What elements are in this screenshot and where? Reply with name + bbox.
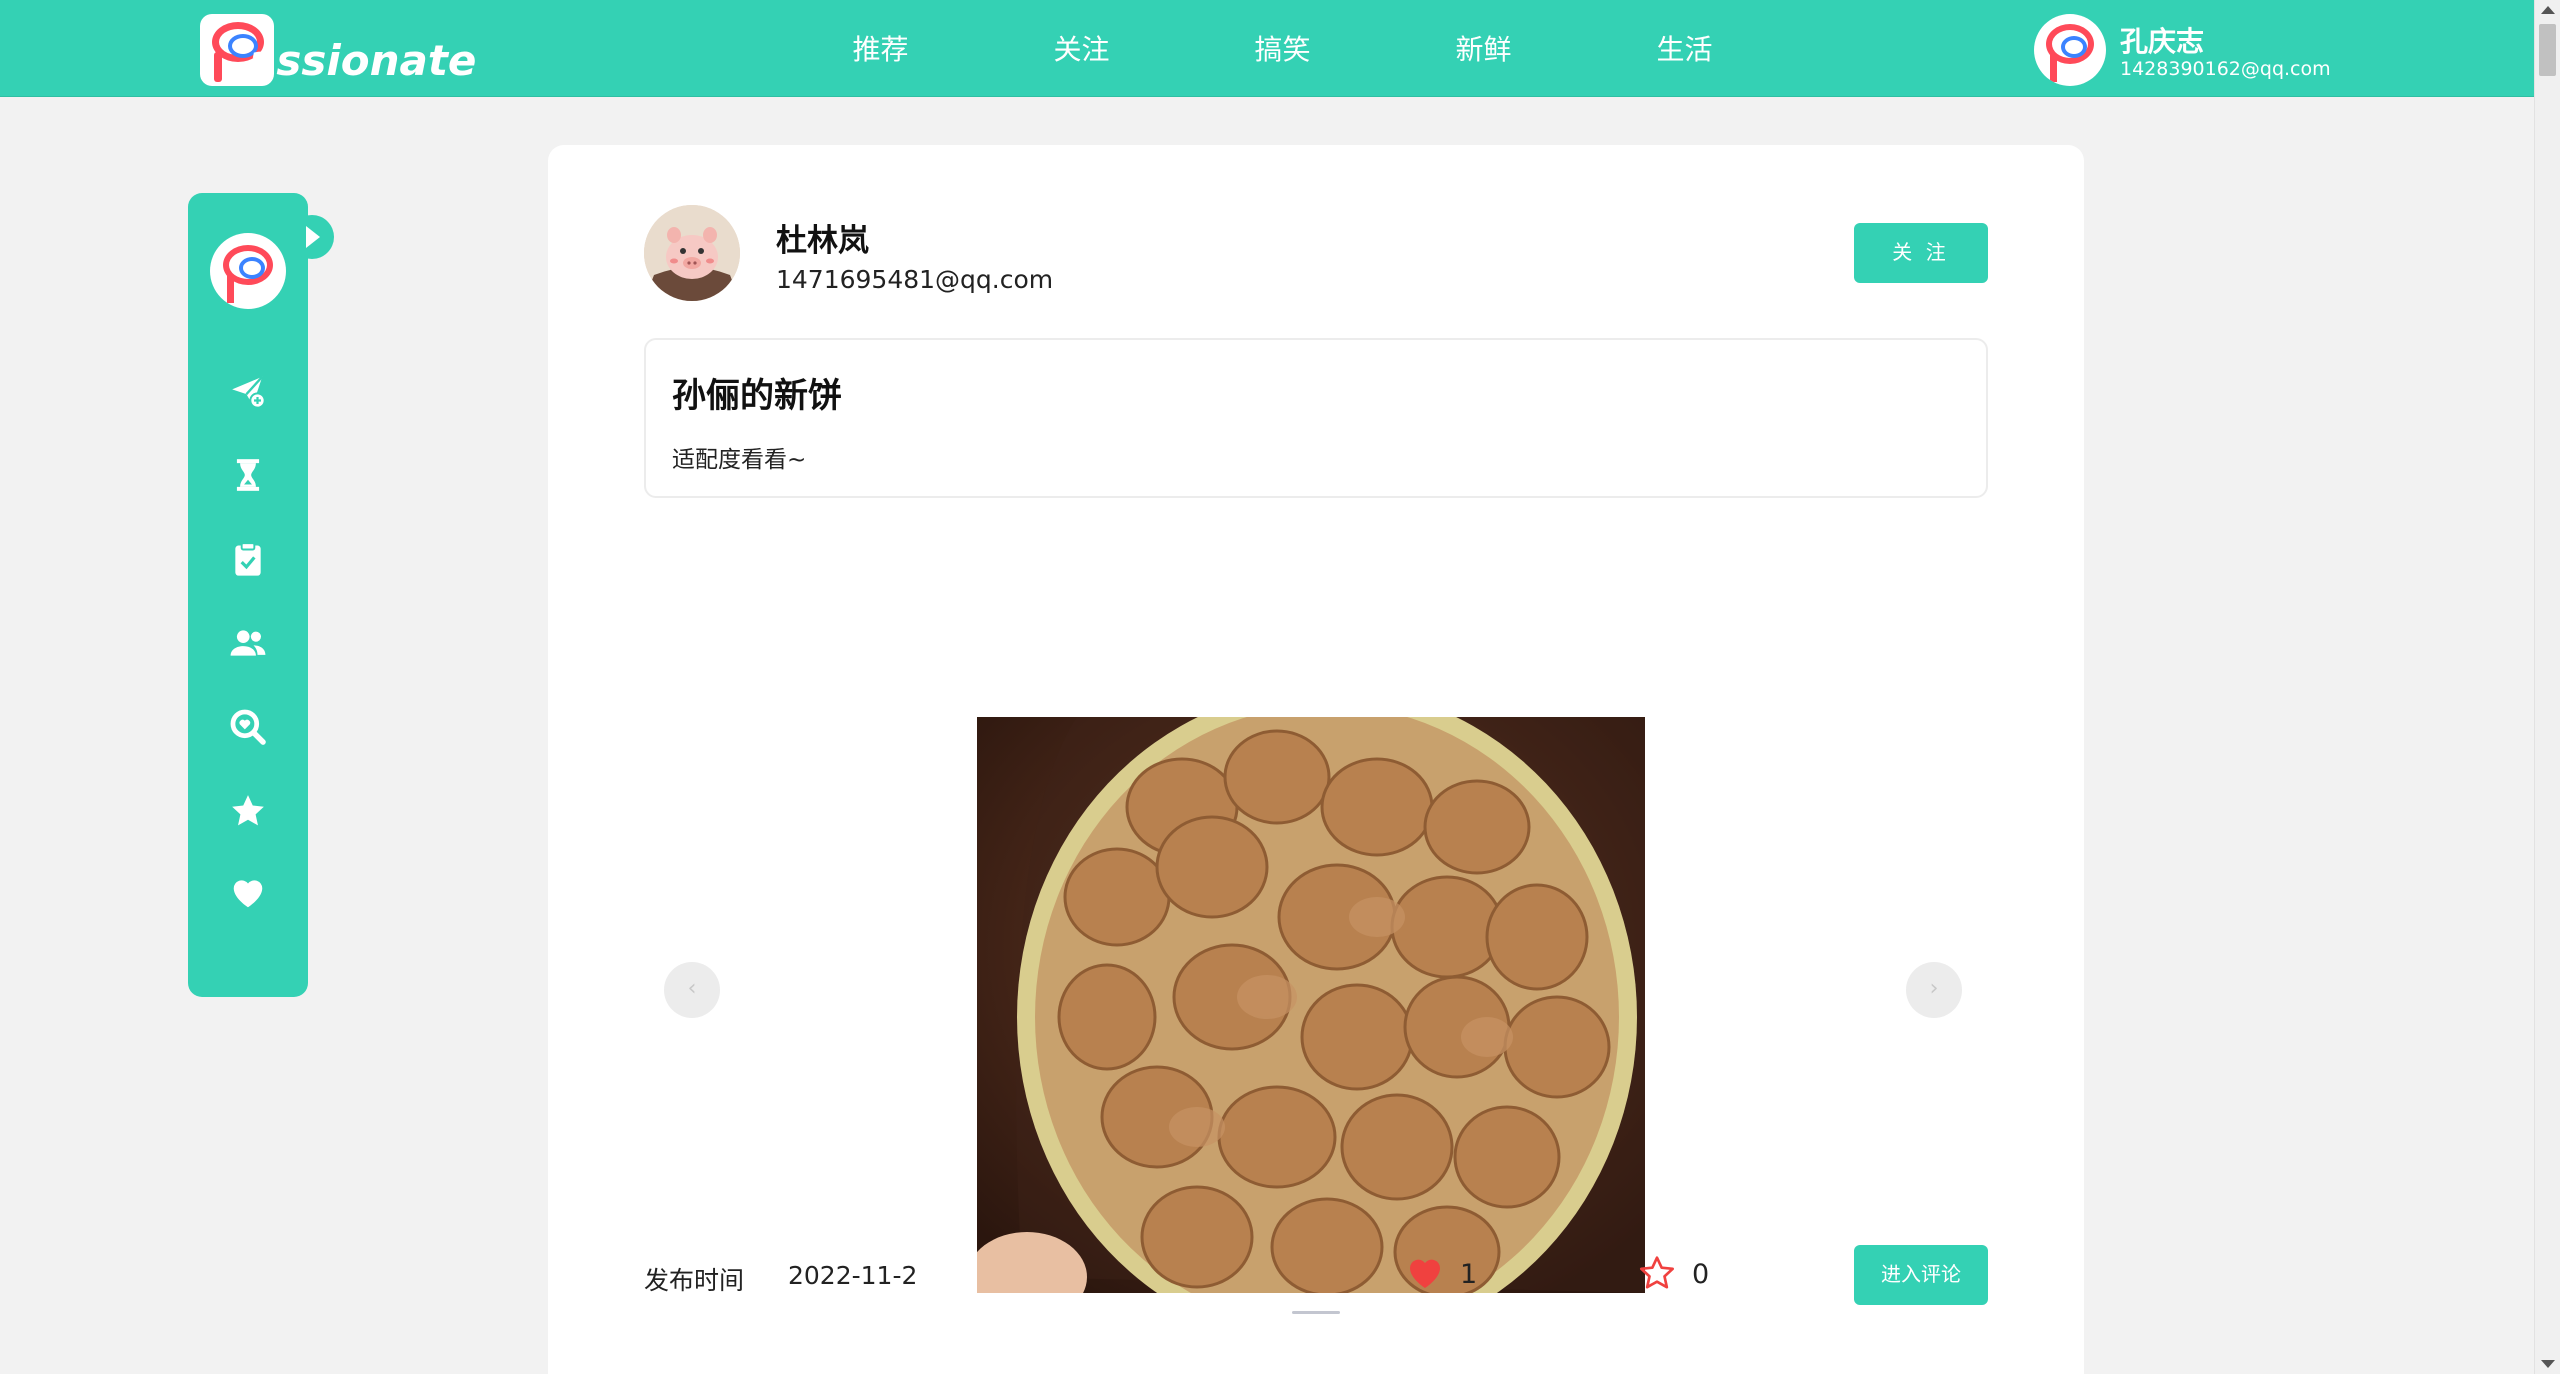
author-email: 1471695481@qq.com <box>776 265 1054 294</box>
author-avatar[interactable] <box>644 205 740 301</box>
users-icon[interactable] <box>228 623 268 663</box>
clipboard-check-icon[interactable] <box>228 539 268 579</box>
author-name[interactable]: 杜林岚 <box>776 215 869 260</box>
nav-item-funny[interactable]: 搞笑 <box>1182 0 1383 97</box>
post-description: 适配度看看~ <box>672 447 807 473</box>
follow-button[interactable]: 关 注 <box>1854 223 1988 283</box>
hourglass-icon[interactable] <box>228 455 268 495</box>
nav-item-recommend[interactable]: 推荐 <box>780 0 981 97</box>
scroll-up-arrow-icon[interactable] <box>2541 6 2555 14</box>
carousel-prev-button[interactable]: ‹ <box>664 962 720 1018</box>
nav-item-following[interactable]: 关注 <box>981 0 1182 97</box>
main-nav: 推荐 关注 搞笑 新鲜 生活 <box>780 0 1785 97</box>
page-scrollbar[interactable] <box>2534 0 2560 1374</box>
favorite-star-icon[interactable] <box>1636 1253 1678 1293</box>
user-name: 孔庆志 <box>2120 25 2205 58</box>
post-card: 杜林岚 1471695481@qq.com 关 注 孙俪的新饼 适配度看看~ ‹… <box>548 145 2084 1374</box>
sidebar <box>188 193 334 997</box>
search-heart-icon[interactable] <box>228 707 268 747</box>
post-footer: 发布时间 2022-11-2 1 0 进入评论 <box>548 1245 2084 1345</box>
star-icon[interactable] <box>228 791 268 831</box>
enter-comments-button[interactable]: 进入评论 <box>1854 1245 1988 1305</box>
heart-icon[interactable] <box>228 873 268 913</box>
nav-item-life[interactable]: 生活 <box>1584 0 1785 97</box>
image-carousel: ‹ › <box>644 525 1988 1314</box>
scroll-thumb[interactable] <box>2539 24 2556 76</box>
like-count: 1 <box>1460 1259 1478 1290</box>
scroll-down-arrow-icon[interactable] <box>2541 1360 2555 1368</box>
like-heart-icon[interactable] <box>1404 1253 1446 1293</box>
user-email: 1428390162@qq.com <box>2120 58 2331 80</box>
post-image[interactable] <box>977 717 1645 1293</box>
post-title: 孙俪的新饼 <box>672 376 842 416</box>
user-avatar[interactable] <box>2034 14 2106 86</box>
sidebar-logo-icon <box>210 233 286 309</box>
publish-date: 2022-11-2 <box>788 1261 918 1290</box>
publish-time-label: 发布时间 <box>644 1266 745 1295</box>
nav-item-fresh[interactable]: 新鲜 <box>1383 0 1584 97</box>
post-content-box: 孙俪的新饼 适配度看看~ <box>644 338 1988 498</box>
carousel-next-button[interactable]: › <box>1906 962 1962 1018</box>
send-plus-icon[interactable] <box>228 371 268 411</box>
app-logo[interactable]: assionate <box>200 14 476 86</box>
logo-text: assionate <box>248 36 477 85</box>
sidebar-toggle-icon[interactable] <box>290 215 334 259</box>
favorite-count: 0 <box>1692 1259 1710 1290</box>
top-header: assionate 推荐 关注 搞笑 新鲜 生活 孔庆志 1428390162@… <box>0 0 2534 97</box>
current-user[interactable]: 孔庆志 1428390162@qq.com <box>2034 14 2454 86</box>
